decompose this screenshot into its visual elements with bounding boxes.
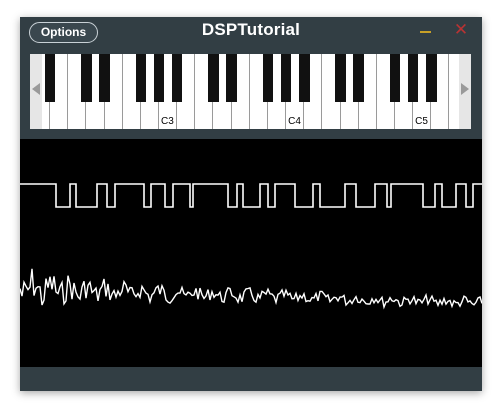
black-key[interactable] [389,54,401,102]
close-icon[interactable]: ✕ [453,21,469,39]
black-key[interactable] [280,54,292,102]
keyboard-scroll-right-button[interactable] [459,54,471,129]
waveform-plot [20,183,482,310]
black-key[interactable] [299,54,310,102]
key-label-c3: C3 [161,116,174,127]
square-wave-trace [20,183,482,208]
title-bar: Options DSPTutorial ✕ [20,17,482,48]
black-key[interactable] [426,54,437,102]
window-title: DSPTutorial [201,20,301,39]
white-key[interactable] [449,54,459,129]
black-key[interactable] [99,54,110,102]
keyboard-scroll-left-button[interactable] [30,54,42,129]
noise-waveform-trace [20,268,482,310]
black-key[interactable] [208,54,219,102]
black-key[interactable] [262,54,274,102]
black-key[interactable] [407,54,419,102]
black-key[interactable] [44,54,56,102]
black-key[interactable] [353,54,364,102]
footer-bar [20,367,482,391]
piano-keys[interactable]: 2C3C4C5 [42,54,459,129]
minimize-icon[interactable] [418,23,434,39]
black-key[interactable] [135,54,147,102]
oscilloscope-display [20,139,482,367]
black-key[interactable] [81,54,92,102]
chevron-right-icon [461,83,469,95]
plugin-window: Options DSPTutorial ✕ 2C3C4C5 [20,17,482,391]
black-key[interactable] [171,54,183,102]
key-label-c5: C5 [415,116,428,127]
midi-keyboard[interactable]: 2C3C4C5 [30,54,471,129]
black-key[interactable] [226,54,237,102]
chevron-left-icon [32,83,40,95]
black-key[interactable] [153,54,165,102]
key-label-c4: C4 [288,116,301,127]
black-key[interactable] [335,54,346,102]
